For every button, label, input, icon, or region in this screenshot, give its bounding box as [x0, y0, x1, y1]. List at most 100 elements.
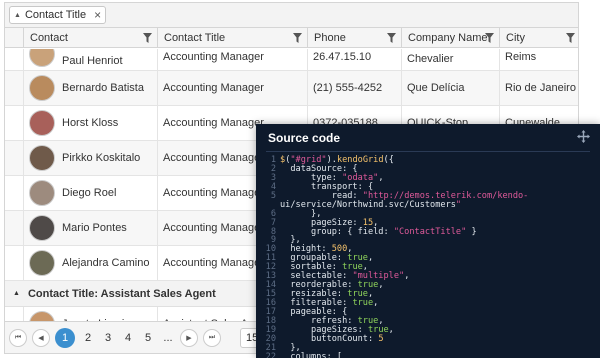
cell-contact: Janete Limeira: [23, 307, 157, 321]
group-header-label: Contact Title: Assistant Sales Agent: [27, 287, 216, 300]
filter-icon[interactable]: [387, 33, 396, 43]
contact-name: Pirkko Koskitalo: [62, 152, 141, 164]
city-text: Rio de Janeiro: [505, 82, 576, 94]
avatar: [29, 110, 55, 136]
first-page-icon[interactable]: ⏮: [9, 328, 27, 347]
cell-company: Que Delícia: [401, 71, 499, 105]
next-page-icon[interactable]: ▶: [180, 328, 198, 347]
contact-name: Diego Roel: [62, 187, 117, 199]
contact-name: Paul Henriot: [62, 55, 123, 67]
avatar: [29, 49, 55, 67]
group-chip-label: Contact Title: [24, 9, 87, 21]
filter-icon[interactable]: [485, 33, 494, 43]
page-number[interactable]: 2: [81, 332, 95, 344]
cell-city: Rio de Janeiro: [499, 71, 578, 105]
page-numbers: 1 2 3 4 5...: [55, 327, 175, 348]
cell-title: Accounting Manager: [157, 71, 307, 105]
contact-name: Bernardo Batista: [62, 82, 144, 94]
code-line: 20 buttonCount: 5: [260, 334, 596, 344]
page-number[interactable]: ...: [161, 332, 175, 344]
code-text: columns: [: [280, 351, 343, 358]
title-text: Accounting Manager: [163, 257, 264, 269]
contact-name: Horst Kloss: [62, 117, 119, 129]
contact-name: Mario Pontes: [62, 222, 127, 234]
cell-title: Accounting Manager: [157, 49, 307, 70]
title-text: Accounting Manager: [163, 152, 264, 164]
column-header-city[interactable]: City: [499, 28, 578, 48]
code-line: 8 group: { field: "ContactTitle" }: [260, 226, 596, 237]
line-number: 5: [270, 190, 276, 201]
grid-header: Contact Contact Title Phone Company Name Cit…: [5, 28, 578, 48]
avatar: [29, 180, 55, 206]
title-text: Accounting Manager: [163, 82, 264, 94]
page-number[interactable]: 1: [55, 327, 75, 348]
cell-phone: 26.47.15.10: [307, 49, 401, 70]
cell-contact: Mario Pontes: [23, 211, 157, 245]
table-row[interactable]: Bernardo Batista Accounting Manager (21) 5…: [5, 71, 578, 106]
source-code-title: Source code: [268, 131, 341, 145]
filter-icon[interactable]: [566, 33, 575, 43]
company-text: Que Delícia: [407, 82, 465, 94]
source-code-panel: Source code 1 $("#grid").kendoGrid({2 dat…: [256, 124, 600, 358]
cell-phone: (21) 555-4252: [307, 71, 401, 105]
line-number: 6: [270, 208, 276, 219]
line-number: [260, 201, 280, 210]
phone-text: (21) 555-4252: [313, 82, 383, 94]
page-number[interactable]: 5: [141, 332, 155, 344]
line-number: 4: [270, 181, 276, 192]
phone-text: 26.47.15.10: [313, 51, 372, 63]
column-header-label: Contact: [30, 32, 68, 44]
column-header-label: Contact Title: [164, 32, 226, 44]
prev-page-icon[interactable]: ◀: [32, 328, 50, 347]
move-icon[interactable]: [577, 130, 590, 143]
title-text: Accounting Manager: [163, 187, 264, 199]
code-text: group: { field: "ContactTitle" }: [280, 226, 477, 237]
cell-contact: Horst Kloss: [23, 106, 157, 140]
page-number[interactable]: 3: [101, 332, 115, 344]
table-row[interactable]: Paul Henriot Accounting Manager 26.47.15.1…: [5, 49, 578, 71]
line-number: 2: [270, 163, 276, 174]
group-panel: ▲ Contact Title ×: [5, 3, 578, 28]
sort-arrow-icon[interactable]: ▲: [14, 12, 21, 19]
filter-icon[interactable]: [293, 33, 302, 43]
cell-contact: Bernardo Batista: [23, 71, 157, 105]
collapse-group-icon[interactable]: ▲: [13, 290, 20, 297]
line-number: 1: [270, 155, 276, 165]
title-text: Accounting Manager: [163, 117, 264, 129]
line-number: 7: [270, 217, 276, 228]
city-text: Reims: [505, 51, 537, 63]
avatar: [29, 75, 55, 101]
code-listing: 1 $("#grid").kendoGrid({2 dataSource: {3 …: [260, 156, 596, 358]
avatar: [29, 311, 55, 321]
line-number: 22: [265, 351, 276, 358]
avatar: [29, 215, 55, 241]
column-header-phone[interactable]: Phone: [307, 28, 401, 48]
filter-icon[interactable]: [143, 33, 152, 43]
line-number: 8: [270, 226, 276, 237]
code-line: 22 columns: [: [260, 351, 596, 358]
line-number: 3: [270, 172, 276, 183]
column-header-company[interactable]: Company Name: [401, 28, 499, 48]
remove-group-icon[interactable]: ×: [94, 8, 101, 22]
page-number[interactable]: 4: [121, 332, 135, 344]
column-header-label: Phone: [314, 32, 346, 44]
last-page-icon[interactable]: ⏭: [203, 328, 221, 347]
column-header-label: City: [506, 32, 525, 44]
avatar: [29, 145, 55, 171]
avatar: [29, 250, 55, 276]
cell-contact: Pirkko Koskitalo: [23, 141, 157, 175]
code-divider: [266, 151, 590, 152]
column-header-label: Company Name: [408, 32, 488, 44]
cell-contact: Diego Roel: [23, 176, 157, 210]
column-header-contact[interactable]: Contact: [23, 28, 157, 48]
cell-contact: Paul Henriot: [23, 49, 157, 70]
column-header-title[interactable]: Contact Title: [157, 28, 307, 48]
group-chip[interactable]: ▲ Contact Title ×: [9, 6, 107, 24]
contact-name: Alejandra Camino: [62, 257, 150, 269]
cell-company: Chevalier: [401, 49, 499, 70]
cell-contact: Alejandra Camino: [23, 246, 157, 280]
title-text: Accounting Manager: [163, 222, 264, 234]
company-text: Chevalier: [407, 53, 454, 65]
cell-city: Reims: [499, 49, 578, 70]
title-text: Accounting Manager: [163, 51, 264, 63]
